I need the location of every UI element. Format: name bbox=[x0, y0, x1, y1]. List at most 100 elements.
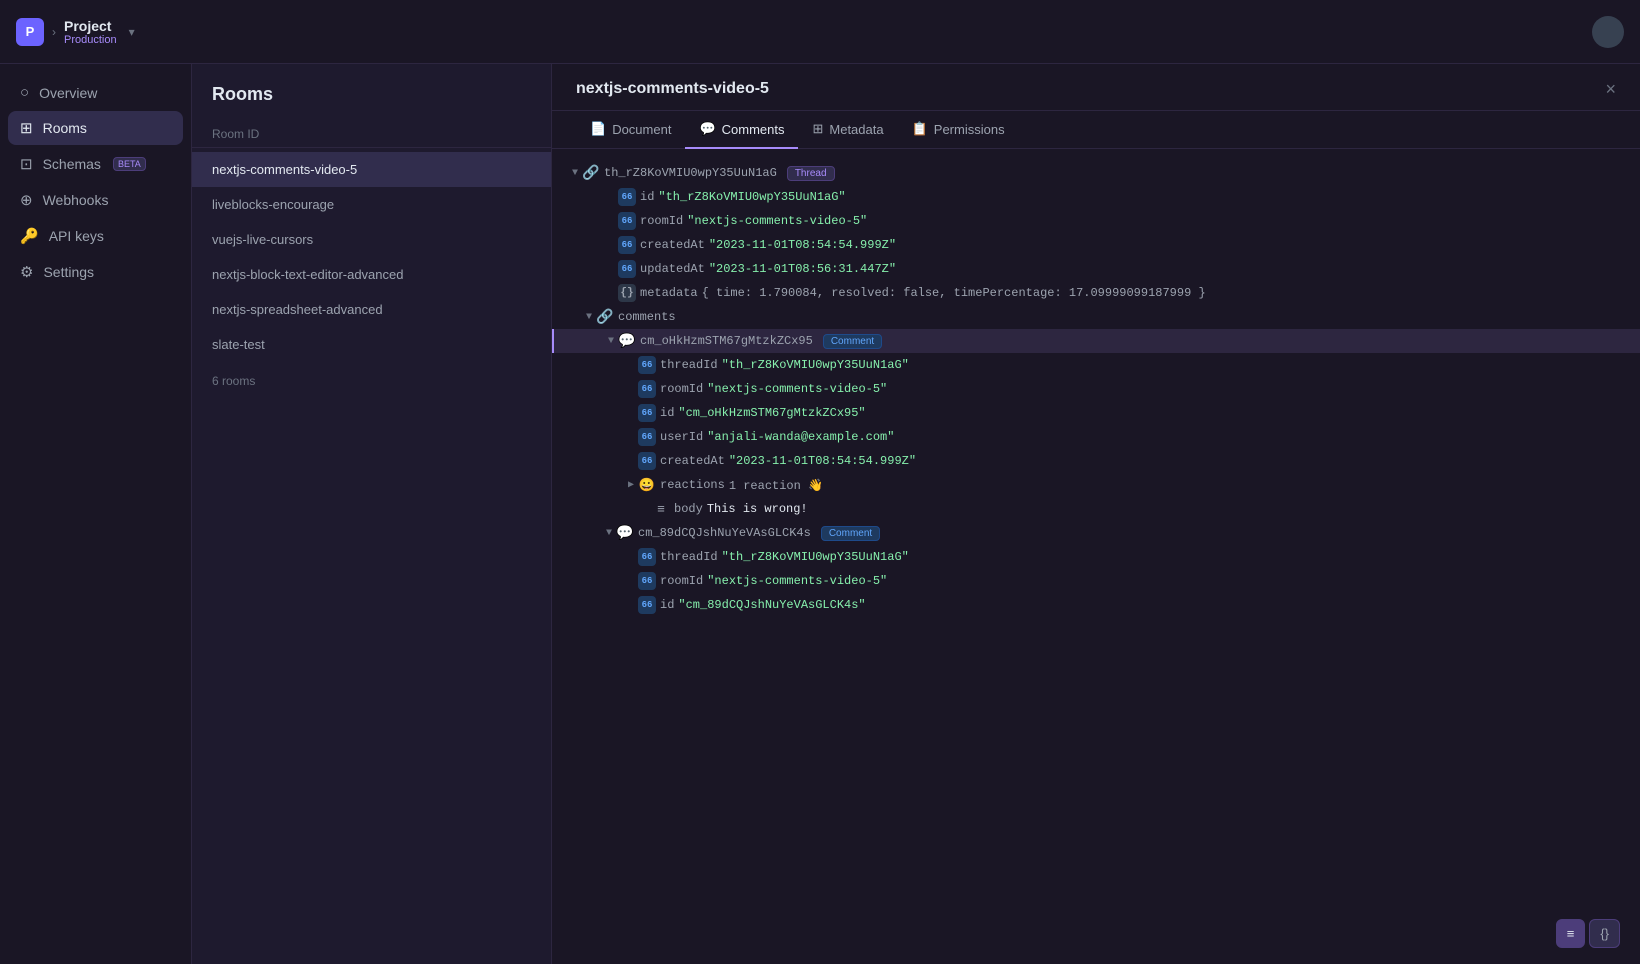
field-key-createdat: createdAt bbox=[640, 238, 705, 252]
detail-header: nextjs-comments-video-5 × bbox=[552, 64, 1640, 111]
tree-row-id: 66 id "th_rZ8KoVMIU0wpY35UuN1aG" bbox=[552, 185, 1640, 209]
comments-icon: 💬 bbox=[699, 121, 715, 137]
tree-row-roomid: 66 roomId "nextjs-comments-video-5" bbox=[552, 209, 1640, 233]
tree-row-comment1: ▼ 💬 cm_oHkHzmSTM67gMtzkZCx95 Comment bbox=[552, 329, 1640, 353]
sidebar-item-api-keys[interactable]: 🔑 API keys bbox=[8, 219, 183, 253]
tree-row-c1-roomid: 66 roomId "nextjs-comments-video-5" bbox=[552, 377, 1640, 401]
tab-permissions[interactable]: 📋 Permissions bbox=[898, 111, 1019, 149]
comments-key: comments bbox=[618, 310, 676, 324]
tree-row-c1-threadid: 66 threadId "th_rZ8KoVMIU0wpY35UuN1aG" bbox=[552, 353, 1640, 377]
field-key-id: id bbox=[640, 190, 654, 204]
c2-val-threadid: "th_rZ8KoVMIU0wpY35UuN1aG" bbox=[722, 550, 909, 564]
c1-val-id: "cm_oHkHzmSTM67gMtzkZCx95" bbox=[678, 406, 865, 420]
string-icon: 66 bbox=[638, 596, 656, 614]
field-val-updatedat: "2023-11-01T08:56:31.447Z" bbox=[709, 262, 896, 276]
tree-row-c2-id: 66 id "cm_89dCQJshNuYeVAsGLCK4s" bbox=[552, 593, 1640, 617]
sidebar-item-label: API keys bbox=[49, 228, 104, 244]
project-info: Project Production bbox=[64, 18, 117, 46]
toggle-comment2[interactable]: ▼ bbox=[602, 526, 616, 540]
tree-row-c2-roomid: 66 roomId "nextjs-comments-video-5" bbox=[552, 569, 1640, 593]
room-item-6[interactable]: slate-test bbox=[192, 327, 551, 362]
sidebar-item-label: Rooms bbox=[43, 120, 87, 136]
tree-row-comment2: ▼ 💬 cm_89dCQJshNuYeVAsGLCK4s Comment bbox=[552, 521, 1640, 545]
sidebar-item-overview[interactable]: ○ Overview bbox=[8, 76, 183, 109]
tree-row-thread: ▼ 🔗 th_rZ8KoVMIU0wpY35UuN1aG Thread bbox=[552, 161, 1640, 185]
string-icon: 66 bbox=[638, 452, 656, 470]
tree-row-c1-createdat: 66 createdAt "2023-11-01T08:54:54.999Z" bbox=[552, 449, 1640, 473]
beta-badge: BETA bbox=[113, 157, 146, 171]
c1-val-roomid: "nextjs-comments-video-5" bbox=[707, 382, 887, 396]
string-icon: 66 bbox=[618, 236, 636, 254]
string-icon: 66 bbox=[638, 572, 656, 590]
close-button[interactable]: × bbox=[1605, 80, 1616, 98]
sidebar-item-schemas[interactable]: ⊡ Schemas BETA bbox=[8, 147, 183, 181]
room-item-5[interactable]: nextjs-spreadsheet-advanced bbox=[192, 292, 551, 327]
thread-id-key: th_rZ8KoVMIU0wpY35UuN1aG bbox=[604, 166, 777, 180]
sidebar-item-webhooks[interactable]: ⊕ Webhooks bbox=[8, 183, 183, 217]
tab-metadata[interactable]: ⊞ Metadata bbox=[798, 111, 897, 149]
thread-badge: Thread bbox=[787, 166, 835, 181]
data-viewer: ▼ 🔗 th_rZ8KoVMIU0wpY35UuN1aG Thread 66 i… bbox=[552, 149, 1640, 964]
document-icon: 📄 bbox=[590, 121, 606, 137]
main-content: nextjs-comments-video-5 × 📄 Document 💬 C… bbox=[552, 64, 1640, 964]
field-val-metadata: { time: 1.790084, resolved: false, timeP… bbox=[702, 286, 1206, 300]
thread-icon: 🔗 bbox=[582, 164, 600, 182]
c1-reactions-value: 1 reaction 👋 bbox=[729, 478, 823, 493]
tree-row-c1-id: 66 id "cm_oHkHzmSTM67gMtzkZCx95" bbox=[552, 401, 1640, 425]
list-view-button[interactable]: ≡ bbox=[1556, 919, 1586, 948]
tab-document[interactable]: 📄 Document bbox=[576, 111, 685, 149]
c1-reactions-label: reactions bbox=[660, 478, 725, 492]
c1-field-id: id bbox=[660, 406, 674, 420]
tree-row-metadata: {} metadata { time: 1.790084, resolved: … bbox=[552, 281, 1640, 305]
string-icon: 66 bbox=[618, 212, 636, 230]
sidebar-item-rooms[interactable]: ⊞ Rooms bbox=[8, 111, 183, 145]
room-item-2[interactable]: liveblocks-encourage bbox=[192, 187, 551, 222]
string-icon: 66 bbox=[638, 548, 656, 566]
main-layout: ○ Overview ⊞ Rooms ⊡ Schemas BETA ⊕ Webh… bbox=[0, 64, 1640, 964]
schemas-icon: ⊡ bbox=[20, 155, 33, 173]
tree-row-updatedat: 66 updatedAt "2023-11-01T08:56:31.447Z" bbox=[552, 257, 1640, 281]
room-item-3[interactable]: vuejs-live-cursors bbox=[192, 222, 551, 257]
tree-row-c2-threadid: 66 threadId "th_rZ8KoVMIU0wpY35UuN1aG" bbox=[552, 545, 1640, 569]
c2-val-roomid: "nextjs-comments-video-5" bbox=[707, 574, 887, 588]
comment-icon: 💬 bbox=[618, 332, 636, 350]
sidebar-item-label: Webhooks bbox=[43, 192, 109, 208]
tree-row-comments: ▼ 🔗 comments bbox=[552, 305, 1640, 329]
string-icon: 66 bbox=[638, 428, 656, 446]
json-view-button[interactable]: {} bbox=[1589, 919, 1620, 948]
c2-field-id: id bbox=[660, 598, 674, 612]
sidebar-item-settings[interactable]: ⚙ Settings bbox=[8, 255, 183, 289]
tab-comments[interactable]: 💬 Comments bbox=[685, 111, 798, 149]
c1-body-value: This is wrong! bbox=[707, 502, 808, 516]
toggle-comments[interactable]: ▼ bbox=[582, 310, 596, 324]
c1-field-threadid: threadId bbox=[660, 358, 718, 372]
room-item-4[interactable]: nextjs-block-text-editor-advanced bbox=[192, 257, 551, 292]
sidebar-item-label: Overview bbox=[39, 85, 97, 101]
field-val-id: "th_rZ8KoVMIU0wpY35UuN1aG" bbox=[658, 190, 845, 204]
string-icon: 66 bbox=[618, 188, 636, 206]
rooms-count: 6 rooms bbox=[192, 362, 551, 400]
sidebar-item-label: Schemas bbox=[43, 156, 101, 172]
c2-field-threadid: threadId bbox=[660, 550, 718, 564]
c1-field-userid: userId bbox=[660, 430, 703, 444]
project-dropdown-icon[interactable]: ▾ bbox=[129, 25, 135, 39]
toggle-reactions[interactable]: ▶ bbox=[624, 478, 638, 492]
c1-val-userid: "anjali-wanda@example.com" bbox=[707, 430, 894, 444]
reactions-icon: 😀 bbox=[638, 476, 656, 494]
comment2-id: cm_89dCQJshNuYeVAsGLCK4s bbox=[638, 526, 811, 540]
c1-field-roomid: roomId bbox=[660, 382, 703, 396]
user-avatar[interactable] bbox=[1592, 16, 1624, 48]
field-key-updatedat: updatedAt bbox=[640, 262, 705, 276]
string-icon: 66 bbox=[638, 356, 656, 374]
project-name: Project bbox=[64, 18, 117, 34]
field-val-createdat: "2023-11-01T08:54:54.999Z" bbox=[709, 238, 896, 252]
api-keys-icon: 🔑 bbox=[20, 227, 39, 245]
room-item-1[interactable]: nextjs-comments-video-5 bbox=[192, 152, 551, 187]
detail-title: nextjs-comments-video-5 bbox=[576, 80, 769, 98]
toggle-comment1[interactable]: ▼ bbox=[604, 334, 618, 348]
project-env: Production bbox=[64, 34, 117, 46]
c1-body-label: body bbox=[674, 502, 703, 516]
c2-field-roomid: roomId bbox=[660, 574, 703, 588]
webhooks-icon: ⊕ bbox=[20, 191, 33, 209]
toggle-thread[interactable]: ▼ bbox=[568, 166, 582, 180]
